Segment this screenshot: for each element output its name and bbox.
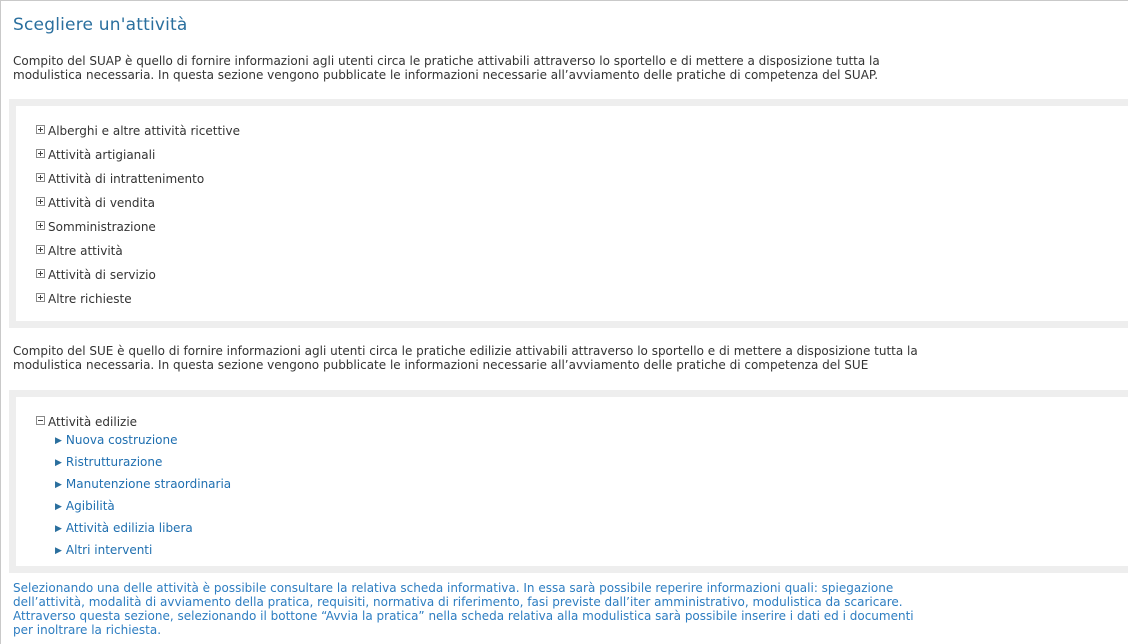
list-item: ▶ Altri interventi <box>55 542 231 564</box>
triangle-right-icon: ▶ <box>55 480 62 490</box>
footer-line: per inoltrare la richiesta. <box>13 623 162 637</box>
category-servizio[interactable]: Attività di servizio <box>36 267 240 291</box>
page: Scegliere un'attività Compito del SUAP è… <box>0 0 1128 644</box>
link-ristrutturazione[interactable]: Ristrutturazione <box>66 455 162 469</box>
triangle-right-icon: ▶ <box>55 436 62 446</box>
plus-box-icon[interactable] <box>36 173 45 182</box>
category-label: Alberghi e altre attività ricettive <box>48 124 240 138</box>
plus-box-icon[interactable] <box>36 197 45 206</box>
sue-intro-line: modulistica necessaria. In questa sezion… <box>13 358 869 372</box>
category-label: Altre richieste <box>48 292 132 306</box>
plus-box-icon[interactable] <box>36 149 45 158</box>
link-agibilita[interactable]: Agibilità <box>66 499 115 513</box>
suap-activity-panel: Alberghi e altre attività ricettive Atti… <box>9 99 1128 328</box>
suap-category-tree: Alberghi e altre attività ricettive Atti… <box>36 123 240 315</box>
plus-box-icon[interactable] <box>36 245 45 254</box>
list-item: ▶ Nuova costruzione <box>55 432 231 454</box>
category-vendita[interactable]: Attività di vendita <box>36 195 240 219</box>
category-attivita-edilizie[interactable]: Attività edilizie ▶ Nuova costruzione ▶ Ri… <box>36 414 231 564</box>
footer-line: Selezionando una delle attività è possib… <box>13 581 894 595</box>
category-somministrazione[interactable]: Somministrazione <box>36 219 240 243</box>
category-alberghi[interactable]: Alberghi e altre attività ricettive <box>36 123 240 147</box>
footer-line: Attraverso questa sezione, selezionando … <box>13 609 914 623</box>
triangle-right-icon: ▶ <box>55 458 62 468</box>
footer-info-text: Selezionando una delle attività è possib… <box>13 581 1128 637</box>
category-altre-richieste[interactable]: Altre richieste <box>36 291 240 315</box>
suap-intro: Compito del SUAP è quello di fornire inf… <box>13 54 1128 82</box>
link-altri-interventi[interactable]: Altri interventi <box>66 543 152 557</box>
list-item: ▶ Ristrutturazione <box>55 454 231 476</box>
sue-intro: Compito del SUE è quello di fornire info… <box>13 344 1128 372</box>
category-label: Attività edilizie <box>48 415 138 429</box>
plus-box-icon[interactable] <box>36 221 45 230</box>
link-manutenzione-straordinaria[interactable]: Manutenzione straordinaria <box>66 477 231 491</box>
category-label: Attività artigianali <box>48 148 156 162</box>
plus-box-icon[interactable] <box>36 269 45 278</box>
plus-box-icon[interactable] <box>36 293 45 302</box>
plus-box-icon[interactable] <box>36 125 45 134</box>
category-label: Attività di vendita <box>48 196 155 210</box>
triangle-right-icon: ▶ <box>55 546 62 556</box>
triangle-right-icon: ▶ <box>55 502 62 512</box>
sue-category-tree: Attività edilizie ▶ Nuova costruzione ▶ Ri… <box>36 414 231 564</box>
sue-intro-line: Compito del SUE è quello di fornire info… <box>13 344 918 358</box>
category-intrattenimento[interactable]: Attività di intrattenimento <box>36 171 240 195</box>
page-title: Scegliere un'attività <box>13 15 188 35</box>
category-label: Altre attività <box>48 244 123 258</box>
list-item: ▶ Agibilità <box>55 498 231 520</box>
minus-box-icon[interactable] <box>36 416 45 425</box>
list-item: ▶ Attività edilizia libera <box>55 520 231 542</box>
sue-subitem-list: ▶ Nuova costruzione ▶ Ristrutturazione ▶ Ma… <box>36 432 231 564</box>
footer-line: dell’attività, modalità di avviamento de… <box>13 595 903 609</box>
link-attivita-edilizia-libera[interactable]: Attività edilizia libera <box>66 521 193 535</box>
link-nuova-costruzione[interactable]: Nuova costruzione <box>66 433 178 447</box>
sue-activity-panel: Attività edilizie ▶ Nuova costruzione ▶ Ri… <box>9 390 1128 573</box>
category-label: Attività di intrattenimento <box>48 172 205 186</box>
category-altre-attivita[interactable]: Altre attività <box>36 243 240 267</box>
category-label: Attività di servizio <box>48 268 156 282</box>
list-item: ▶ Manutenzione straordinaria <box>55 476 231 498</box>
category-artigianali[interactable]: Attività artigianali <box>36 147 240 171</box>
suap-intro-line: modulistica necessaria. In questa sezion… <box>13 68 879 82</box>
suap-intro-line: Compito del SUAP è quello di fornire inf… <box>13 54 880 68</box>
category-label: Somministrazione <box>48 220 156 234</box>
triangle-right-icon: ▶ <box>55 524 62 534</box>
